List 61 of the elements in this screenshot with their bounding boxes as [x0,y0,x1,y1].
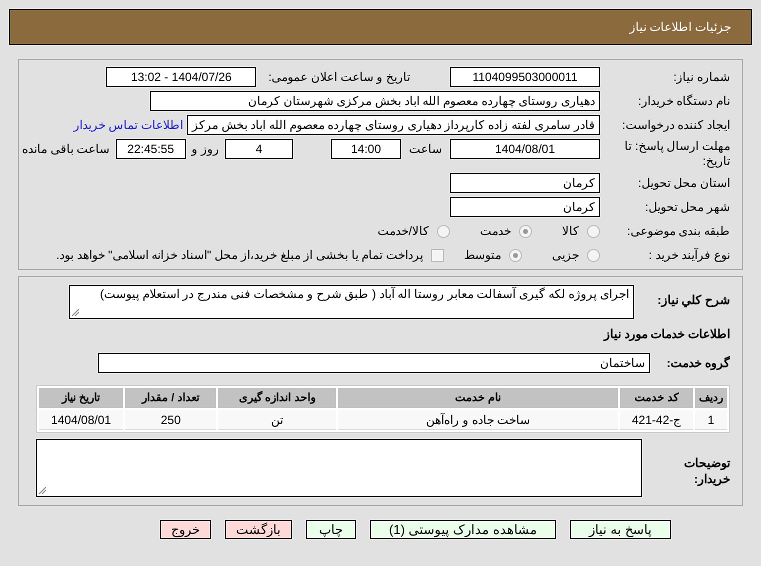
radio-label: کالا/خدمت [378,223,429,240]
radio-label: کالا [562,223,579,240]
field-label: تاریخ و ساعت اعلان عمومی: [268,69,410,86]
table-cell: 250 [125,410,216,430]
remaining-label: ساعت باقی مانده [22,141,110,158]
table-cell: تن [218,410,336,430]
action-button[interactable]: مشاهده مدارک پیوستی (1) [370,520,556,539]
radio-label: جزیی [552,247,579,264]
field-label: توضیحات خریدار: [683,455,730,487]
action-button[interactable]: خروج [160,520,212,539]
description-field: اجرای پروژه لکه گیری آسفالت معابر روستا اله آباد ( طبق شرح و مشخصات فنی مندرج در استعلام پیوست) [69,285,634,319]
remaining-time-field: 22:45:55 [116,139,186,159]
radio-label: متوسط [464,247,501,264]
service-group-field: ساختمان [98,353,650,373]
radio-label: خدمت [480,223,511,240]
payment-checkbox[interactable] [431,248,444,262]
table-cell: ساخت جاده و راه‌آهن [338,410,618,430]
radio-button[interactable] [587,224,600,238]
field-label: نام دستگاه خریدار: [636,93,730,110]
column-header: واحد اندازه گیری [218,388,336,408]
action-button[interactable]: بازگشت [225,520,292,539]
province-field: کرمان [450,173,600,193]
need-number-field: 1104099503000011 [450,67,600,87]
city-field: کرمان [450,197,600,217]
announce-date-field: 1404/07/26 - 13:02 [106,67,256,87]
action-button[interactable]: چاپ [306,520,356,539]
column-header: تعداد / مقدار [125,388,216,408]
field-label: شماره نیاز: [672,69,730,86]
header-bar: جزئیات اطلاعات نیاز [9,9,752,45]
column-header: تاریخ نیاز [39,388,124,408]
action-button[interactable]: پاسخ به نیاز [570,520,671,539]
radio-button[interactable] [509,248,522,262]
field-label: استان محل تحویل: [636,175,730,192]
field-label: شهر محل تحویل: [644,199,730,216]
column-header: کد خدمت [620,388,693,408]
field-label: طبقه بندی موضوعی: [626,223,730,240]
table-cell: 1404/08/01 [39,410,124,430]
days-label: روز و [192,141,219,158]
field-label: ایجاد کننده درخواست: [620,117,730,134]
resize-grip-icon [72,309,79,316]
creator-field: قادر سامری لفته زاده کارپرداز دهیاری روستای چهارده معصوم الله اباد بخش مرکز [186,115,600,135]
deadline-date-field: 1404/08/01 [450,139,600,159]
table-cell: ج-42-421 [620,410,693,430]
payment-note: پرداخت تمام یا بخشی از مبلغ خرید،از محل "اسناد خزانه اسلامی" خواهد بود. [56,247,423,264]
resize-grip-icon [39,487,46,494]
radio-button[interactable] [519,224,532,238]
buyer-contact-link[interactable]: اطلاعات تماس خریدار [73,116,183,134]
time-label: ساعت [409,141,442,158]
column-header: نام خدمت [338,388,618,408]
deadline-time-field: 14:00 [331,139,401,159]
column-header: ردیف [695,388,727,408]
days-field: 4 [225,139,293,159]
section-heading: اطلاعات خدمات مورد نیاز [602,326,730,343]
radio-button[interactable] [437,224,450,238]
field-label: نوع فرآیند خرید : [648,247,730,264]
field-label: مهلت ارسال پاسخ: تا تاریخ: [624,139,730,169]
table-cell: 1 [695,410,727,430]
buyer-name-field: دهیاری روستای چهارده معصوم الله اباد بخش مرکزی شهرستان کرمان [150,91,600,111]
field-label: گروه خدمت: [666,355,730,372]
field-label: شرح کلي نياز: [656,292,730,309]
radio-button[interactable] [587,248,600,262]
